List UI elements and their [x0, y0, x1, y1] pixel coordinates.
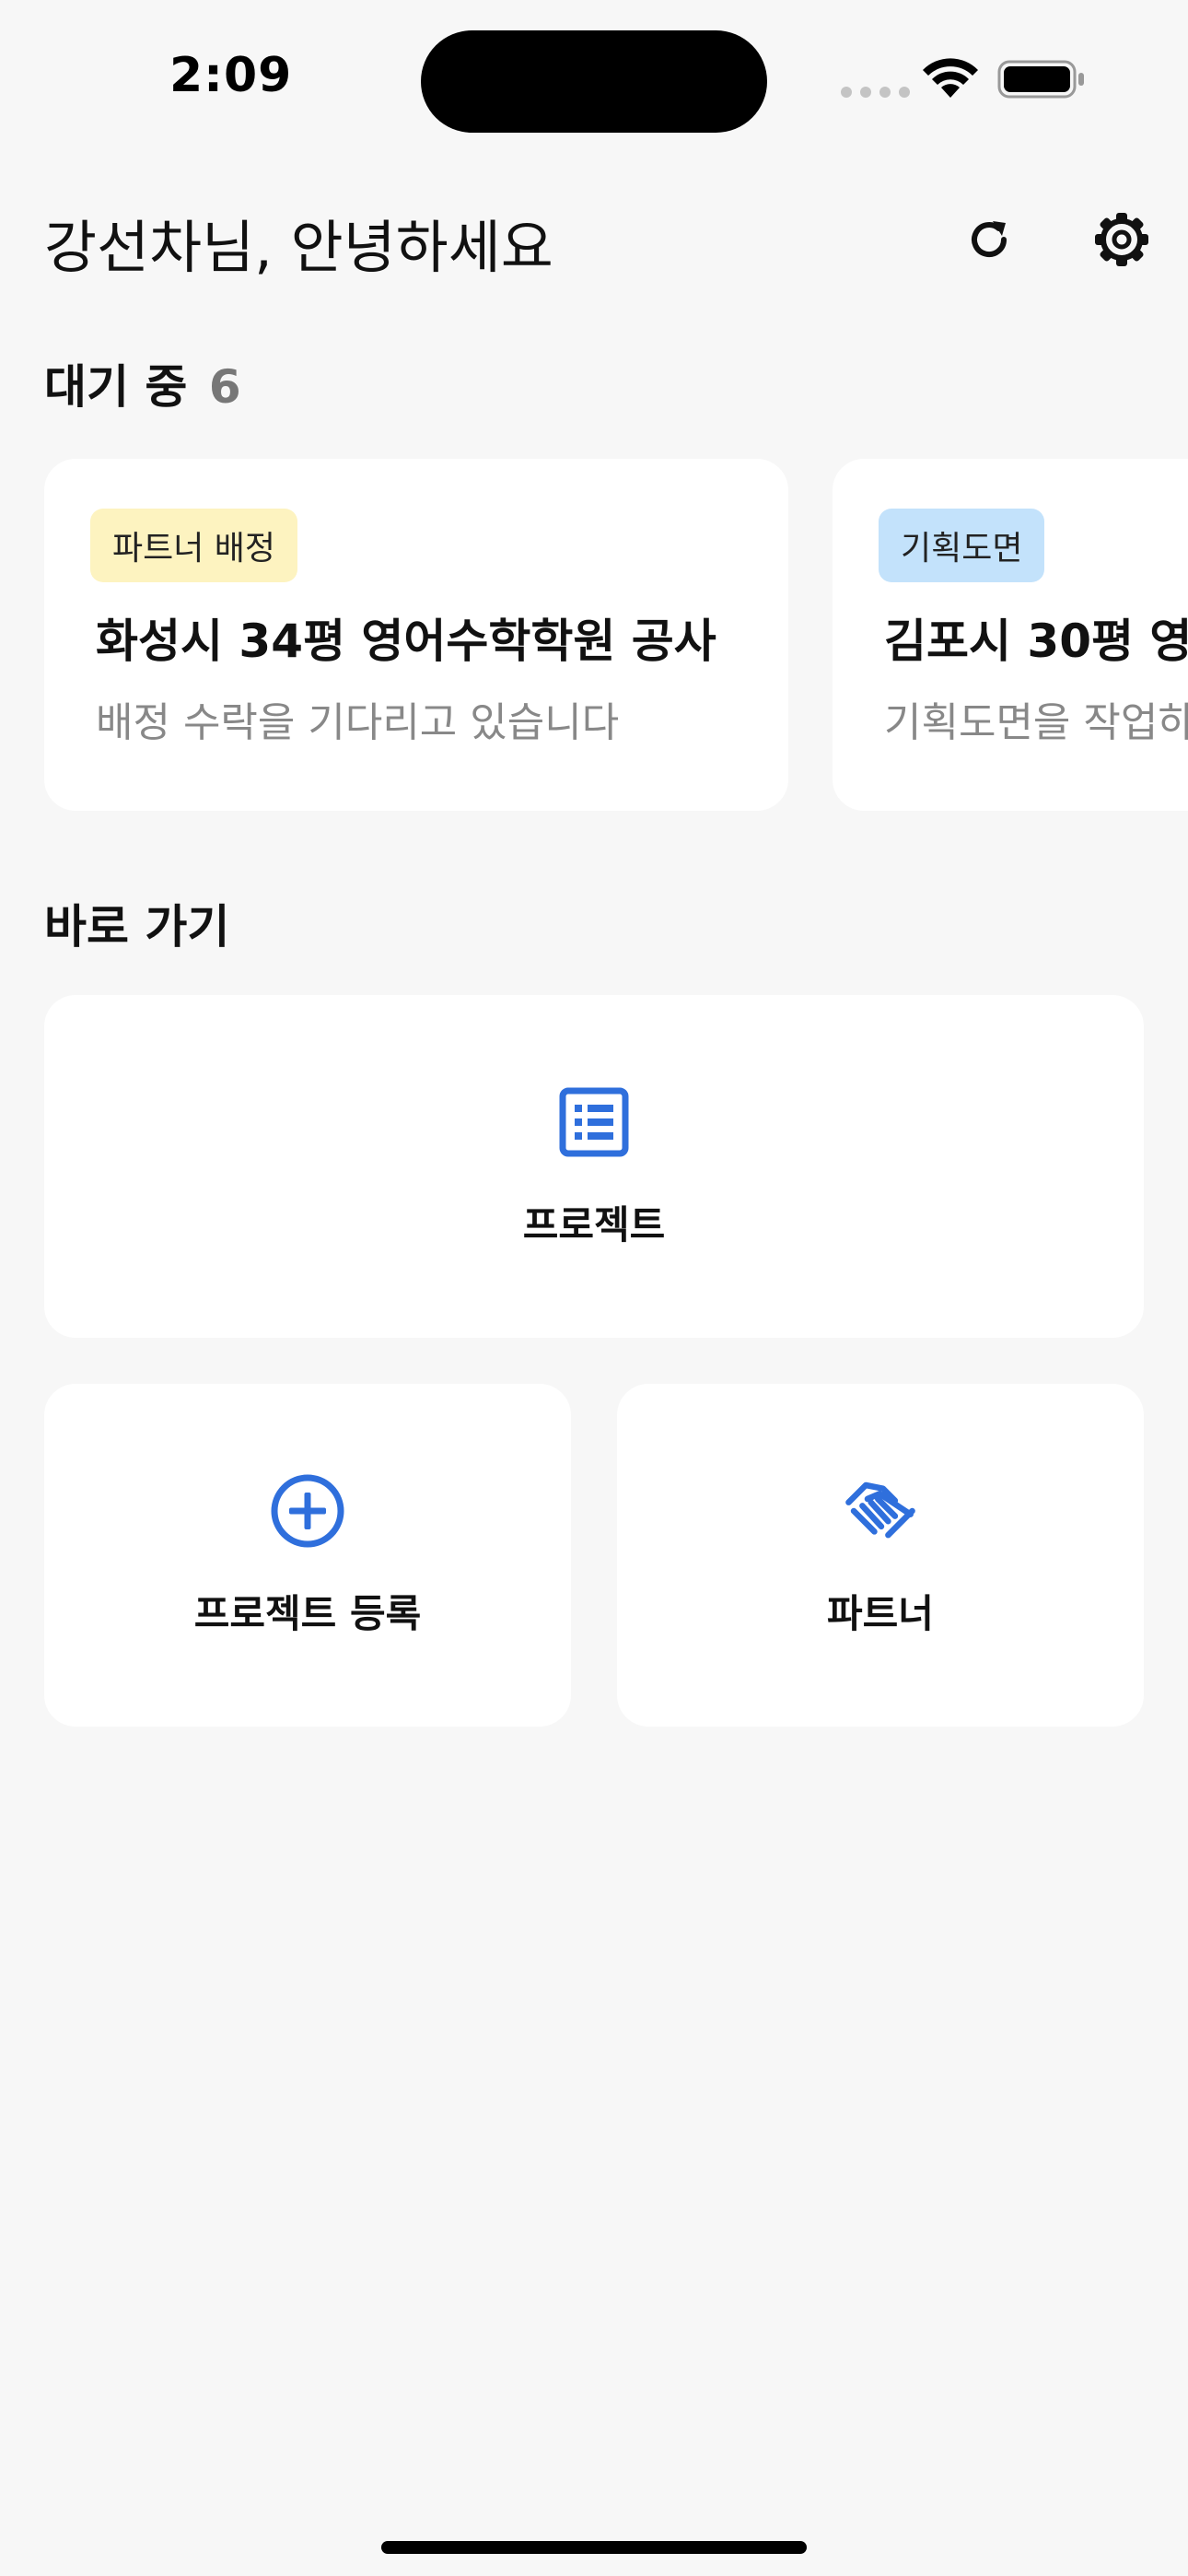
waiting-title: 대기 중 [44, 360, 188, 414]
partners-shortcut-button[interactable]: 파트너 [617, 1384, 1144, 1727]
status-time: 2:09 [169, 48, 293, 103]
home-indicator[interactable] [381, 2541, 807, 2554]
project-title: 화성시 34평 영어수학학원 공사 [96, 615, 716, 668]
shortcut-label: 프로젝트 [522, 1201, 666, 1247]
battery-full-icon [997, 60, 1084, 99]
register-project-shortcut-button[interactable]: 프로젝트 등록 [44, 1384, 571, 1727]
waiting-project-card[interactable]: 기획도면 김포시 30평 영 기획도면을 작업하 [833, 459, 1188, 811]
wifi-icon [923, 58, 978, 98]
project-title: 김포시 30평 영 [884, 615, 1188, 668]
dynamic-island [421, 30, 767, 133]
shortcut-label: 프로젝트 등록 [193, 1590, 422, 1636]
project-status-text: 배정 수락을 기다리고 있습니다 [96, 699, 620, 746]
waiting-section-title: 대기 중 6 [44, 350, 241, 416]
shortcuts-section-title: 바로 가기 [44, 900, 230, 954]
greeting-title: 강선차님, 안녕하세요 [44, 214, 553, 281]
shortcut-label: 파트너 [827, 1590, 934, 1636]
list-icon [555, 1083, 633, 1161]
status-badge: 기획도면 [879, 509, 1045, 582]
cellular-signal-icon [841, 87, 910, 98]
status-badge: 파트너 배정 [90, 509, 298, 582]
project-status-text: 기획도면을 작업하 [884, 699, 1188, 746]
waiting-count: 6 [208, 360, 241, 414]
gear-icon [1095, 213, 1148, 266]
settings-button[interactable] [1085, 203, 1159, 276]
projects-shortcut-button[interactable]: 프로젝트 [44, 995, 1144, 1338]
handshake-icon [842, 1472, 919, 1550]
waiting-card-carousel[interactable]: 파트너 배정 화성시 34평 영어수학학원 공사 배정 수락을 기다리고 있습니… [0, 459, 1188, 811]
plus-circle-icon [269, 1472, 346, 1550]
refresh-icon [972, 221, 1007, 258]
refresh-button[interactable] [952, 203, 1026, 276]
waiting-project-card[interactable]: 파트너 배정 화성시 34평 영어수학학원 공사 배정 수락을 기다리고 있습니… [44, 459, 788, 811]
